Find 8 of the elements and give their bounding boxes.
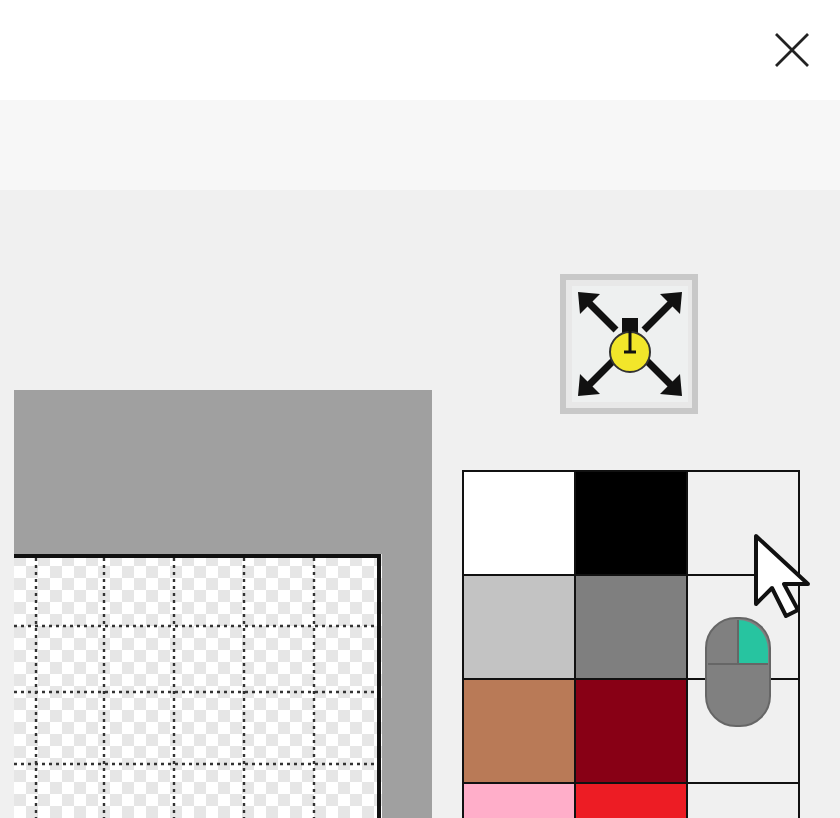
color-swatch[interactable] (464, 576, 574, 678)
color-swatch[interactable] (576, 472, 686, 574)
color-swatch[interactable] (576, 680, 686, 782)
color-swatch[interactable] (464, 680, 574, 782)
expand-bulb-icon[interactable] (560, 274, 698, 414)
color-swatch[interactable] (464, 472, 574, 574)
color-swatch[interactable] (576, 576, 686, 678)
mouse-click-tooltip (704, 616, 772, 728)
